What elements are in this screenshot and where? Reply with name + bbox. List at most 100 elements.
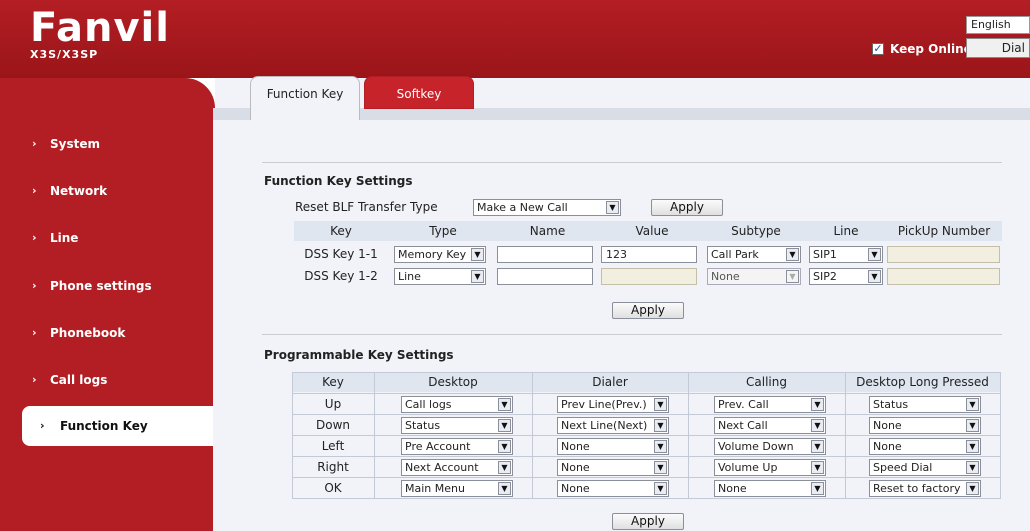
pickup-number-input[interactable]: [887, 268, 1000, 285]
calling-select[interactable]: None ▼: [714, 480, 826, 497]
function-key-settings-title: Function Key Settings: [264, 174, 413, 188]
long-press-select[interactable]: None ▼: [869, 438, 981, 455]
grid-line: [845, 372, 846, 499]
sidebar-item-phone-settings[interactable]: › Phone settings: [0, 266, 213, 306]
column-header: Key: [322, 375, 344, 389]
chevron-down-icon: ▼: [811, 440, 824, 453]
long-press-value: Status: [873, 398, 909, 411]
grid-line: [292, 477, 1000, 478]
chevron-down-icon: ▼: [606, 201, 619, 214]
chevron-down-icon: ▼: [654, 440, 667, 453]
line-select[interactable]: SIP2 ▼: [809, 268, 883, 285]
grid-line: [532, 372, 533, 499]
header-bar: Fanvil X3S/X3SP English ✓ Keep Online Di…: [0, 0, 1030, 78]
value-input[interactable]: [601, 268, 697, 285]
chevron-right-icon: ›: [32, 279, 37, 292]
long-press-select[interactable]: Reset to factory ▼: [869, 480, 981, 497]
value-input[interactable]: 123: [601, 246, 697, 263]
long-press-value: Speed Dial: [873, 461, 933, 474]
dialer-select[interactable]: Next Line(Next) ▼: [557, 417, 669, 434]
keep-online-toggle[interactable]: ✓ Keep Online: [872, 42, 972, 56]
sidebar-item-phonebook[interactable]: › Phonebook: [0, 313, 213, 353]
chevron-down-icon: ▼: [498, 440, 511, 453]
chevron-down-icon: ▼: [811, 482, 824, 495]
dialer-select[interactable]: None ▼: [557, 459, 669, 476]
calling-select[interactable]: Volume Down ▼: [714, 438, 826, 455]
prog-key-label: Up: [324, 397, 342, 411]
grid-line: [292, 372, 1000, 373]
column-header: Calling: [746, 375, 787, 389]
type-select[interactable]: Line ▼: [394, 268, 486, 285]
sidebar-item-function-key[interactable]: › Function Key: [22, 406, 213, 446]
chevron-down-icon: ▼: [966, 440, 979, 453]
grid-line: [292, 414, 1000, 415]
chevron-down-icon: ▼: [811, 398, 824, 411]
subtype-select[interactable]: None ▼: [707, 268, 801, 285]
sidebar-item-network[interactable]: › Network: [0, 171, 213, 211]
chevron-down-icon: ▼: [868, 248, 881, 261]
desktop-value: Call logs: [405, 398, 452, 411]
keep-online-checkbox[interactable]: ✓: [872, 43, 884, 55]
chevron-down-icon: ▼: [471, 270, 484, 283]
desktop-value: Next Account: [405, 461, 479, 474]
grid-line: [292, 435, 1000, 436]
desktop-select[interactable]: Main Menu ▼: [401, 480, 513, 497]
name-input[interactable]: [497, 268, 593, 285]
desktop-select[interactable]: Call logs ▼: [401, 396, 513, 413]
type-select[interactable]: Memory Key ▼: [394, 246, 486, 263]
long-press-select[interactable]: None ▼: [869, 417, 981, 434]
reset-apply-button[interactable]: Apply: [651, 199, 723, 216]
reset-blf-select[interactable]: Make a New Call ▼: [473, 199, 621, 216]
pickup-number-input[interactable]: [887, 246, 1000, 263]
programmable-apply-button[interactable]: Apply: [612, 513, 684, 530]
calling-select[interactable]: Next Call ▼: [714, 417, 826, 434]
chevron-right-icon: ›: [32, 326, 37, 339]
sidebar-item-line[interactable]: › Line: [0, 218, 213, 258]
section-divider: [262, 334, 1002, 335]
reset-blf-value: Make a New Call: [477, 201, 568, 214]
desktop-select[interactable]: Next Account ▼: [401, 459, 513, 476]
chevron-down-icon: ▼: [498, 398, 511, 411]
dss-key-label: DSS Key 1-2: [304, 269, 378, 283]
calling-select[interactable]: Prev. Call ▼: [714, 396, 826, 413]
column-header: Key: [330, 224, 352, 238]
line-select[interactable]: SIP1 ▼: [809, 246, 883, 263]
dialer-value: Prev Line(Prev.): [561, 398, 647, 411]
dial-button[interactable]: Dial: [966, 38, 1030, 58]
name-input[interactable]: [497, 246, 593, 263]
tab-softkey[interactable]: Softkey: [364, 76, 474, 109]
desktop-value: Main Menu: [405, 482, 465, 495]
dialer-select[interactable]: Prev Line(Prev.) ▼: [557, 396, 669, 413]
dialer-value: Next Line(Next): [561, 419, 648, 432]
section-divider: [262, 162, 1002, 163]
grid-line: [292, 393, 1000, 394]
prog-key-label: Down: [315, 418, 350, 432]
column-header: Name: [529, 224, 566, 238]
function-key-apply-button[interactable]: Apply: [612, 302, 684, 319]
desktop-select[interactable]: Status ▼: [401, 417, 513, 434]
sidebar-item-label: System: [50, 137, 100, 151]
dialer-value: None: [561, 482, 590, 495]
chevron-right-icon: ›: [32, 137, 37, 150]
long-press-select[interactable]: Speed Dial ▼: [869, 459, 981, 476]
chevron-down-icon: ▼: [786, 270, 799, 283]
sidebar-item-label: Function Key: [60, 419, 148, 433]
column-header: Desktop Long Pressed: [856, 375, 989, 389]
chevron-down-icon: ▼: [654, 482, 667, 495]
chevron-down-icon: ▼: [868, 270, 881, 283]
calling-select[interactable]: Volume Up ▼: [714, 459, 826, 476]
fanvil-logo: Fanvil X3S/X3SP: [30, 6, 170, 61]
tab-function-key[interactable]: Function Key: [250, 76, 360, 120]
dialer-select[interactable]: None ▼: [557, 438, 669, 455]
long-press-select[interactable]: Status ▼: [869, 396, 981, 413]
type-value: Line: [398, 270, 421, 283]
column-header: Desktop: [428, 375, 478, 389]
sidebar-item-call-logs[interactable]: › Call logs: [0, 360, 213, 400]
chevron-down-icon: ▼: [966, 482, 979, 495]
sidebar-item-system[interactable]: › System: [0, 124, 213, 164]
language-select[interactable]: English: [966, 16, 1030, 34]
column-header: Subtype: [731, 224, 781, 238]
dialer-select[interactable]: None ▼: [557, 480, 669, 497]
subtype-select[interactable]: Call Park ▼: [707, 246, 801, 263]
desktop-select[interactable]: Pre Account ▼: [401, 438, 513, 455]
